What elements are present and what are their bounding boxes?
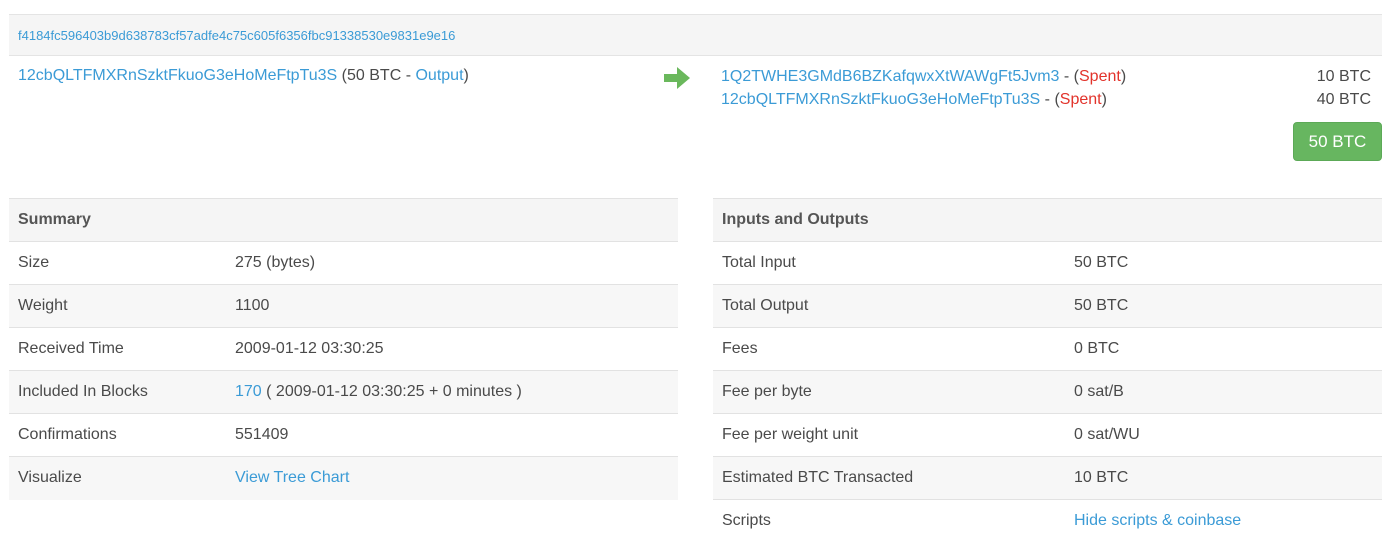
- input-amount: 50 BTC: [347, 67, 402, 84]
- row-value: 0 sat/B: [1074, 370, 1382, 414]
- output-spent-link[interactable]: Spent: [1079, 68, 1121, 85]
- table-row: Total Input 50 BTC: [713, 241, 1382, 285]
- input-separator: -: [401, 67, 416, 84]
- output-close: ): [1120, 68, 1127, 85]
- row-value: 170 ( 2009-01-12 03:30:25 + 0 minutes ): [235, 370, 678, 414]
- row-label: Confirmations: [9, 413, 235, 457]
- table-row: Fee per weight unit 0 sat/WU: [713, 413, 1382, 457]
- hide-scripts-link[interactable]: Hide scripts & coinbase: [1074, 512, 1241, 529]
- output-separator: - (: [1040, 91, 1060, 108]
- row-value: 551409: [235, 413, 678, 457]
- row-value: View Tree Chart: [235, 456, 678, 500]
- output-separator: - (: [1059, 68, 1079, 85]
- output-address-link[interactable]: 1Q2TWHE3GMdB6BZKafqwxXtWAWgFt5Jvm3: [721, 68, 1059, 85]
- row-label: Visualize: [9, 456, 235, 500]
- table-row: Fees 0 BTC: [713, 327, 1382, 371]
- input-open-paren: (: [337, 67, 348, 84]
- row-label: Estimated BTC Transacted: [713, 456, 1074, 500]
- table-row: Received Time 2009-01-12 03:30:25: [9, 327, 678, 371]
- row-label: Fees: [713, 327, 1074, 371]
- table-row: Fee per byte 0 sat/B: [713, 370, 1382, 414]
- row-label: Fee per byte: [713, 370, 1074, 414]
- row-value: 1100: [235, 284, 678, 328]
- row-value: 10 BTC: [1074, 456, 1382, 500]
- transaction-hash-bar: f4184fc596403b9d638783cf57adfe4c75c605f6…: [9, 14, 1382, 56]
- row-label: Received Time: [9, 327, 235, 371]
- row-value: 2009-01-12 03:30:25: [235, 327, 678, 371]
- row-value: 50 BTC: [1074, 241, 1382, 285]
- transaction-hash-link[interactable]: f4184fc596403b9d638783cf57adfe4c75c605f6…: [18, 28, 455, 43]
- table-row: Included In Blocks 170 ( 2009-01-12 03:3…: [9, 370, 678, 414]
- output-address-link[interactable]: 12cbQLTFMXRnSzktFkuoG3eHoMeFtpTu3S: [721, 91, 1040, 108]
- input-entry: 12cbQLTFMXRnSzktFkuoG3eHoMeFtpTu3S (50 B…: [18, 67, 469, 85]
- block-link[interactable]: 170: [235, 383, 262, 400]
- row-value: 0 BTC: [1074, 327, 1382, 371]
- output-entry: 1Q2TWHE3GMdB6BZKafqwxXtWAWgFt5Jvm3 - (Sp…: [721, 67, 1126, 90]
- row-label: Weight: [9, 284, 235, 328]
- input-address-link[interactable]: 12cbQLTFMXRnSzktFkuoG3eHoMeFtpTu3S: [18, 67, 337, 84]
- output-amount: 10 BTC: [1316, 68, 1371, 85]
- row-label: Included In Blocks: [9, 370, 235, 414]
- transaction-io-row: 12cbQLTFMXRnSzktFkuoG3eHoMeFtpTu3S (50 B…: [9, 56, 1382, 166]
- inputs-outputs-heading: Inputs and Outputs: [713, 198, 1382, 242]
- table-row: Weight 1100: [9, 284, 678, 328]
- table-row: Size 275 (bytes): [9, 241, 678, 285]
- total-amount-button[interactable]: 50 BTC: [1293, 122, 1382, 161]
- table-row: Confirmations 551409: [9, 413, 678, 457]
- output-close: ): [1101, 91, 1107, 108]
- row-value: 0 sat/WU: [1074, 413, 1382, 457]
- input-output-link[interactable]: Output: [415, 67, 463, 84]
- view-tree-chart-link[interactable]: View Tree Chart: [235, 469, 349, 486]
- summary-table: Summary Size 275 (bytes) Weight 1100 Rec…: [9, 198, 678, 500]
- output-item: 12cbQLTFMXRnSzktFkuoG3eHoMeFtpTu3S - (Sp…: [721, 90, 1371, 113]
- row-value: 50 BTC: [1074, 284, 1382, 328]
- output-entry: 12cbQLTFMXRnSzktFkuoG3eHoMeFtpTu3S - (Sp…: [721, 90, 1107, 113]
- inputs-outputs-table: Inputs and Outputs Total Input 50 BTC To…: [713, 198, 1382, 543]
- right-arrow-icon: [664, 67, 690, 89]
- row-label: Total Input: [713, 241, 1074, 285]
- table-row: Visualize View Tree Chart: [9, 456, 678, 500]
- row-value: 275 (bytes): [235, 241, 678, 285]
- row-label: Fee per weight unit: [713, 413, 1074, 457]
- outputs-list: 1Q2TWHE3GMdB6BZKafqwxXtWAWgFt5Jvm3 - (Sp…: [721, 67, 1371, 113]
- table-row: Total Output 50 BTC: [713, 284, 1382, 328]
- output-amount: 40 BTC: [1316, 91, 1371, 108]
- summary-heading: Summary: [9, 198, 678, 242]
- block-time: ( 2009-01-12 03:30:25 + 0 minutes ): [261, 383, 522, 400]
- row-label: Scripts: [713, 499, 1074, 543]
- table-row: Estimated BTC Transacted 10 BTC: [713, 456, 1382, 500]
- output-item: 1Q2TWHE3GMdB6BZKafqwxXtWAWgFt5Jvm3 - (Sp…: [721, 67, 1371, 90]
- row-label: Total Output: [713, 284, 1074, 328]
- table-row: Scripts Hide scripts & coinbase: [713, 499, 1382, 543]
- row-label: Size: [9, 241, 235, 285]
- input-close-paren: ): [463, 67, 469, 84]
- output-spent-link[interactable]: Spent: [1060, 91, 1102, 108]
- row-value: Hide scripts & coinbase: [1074, 499, 1382, 543]
